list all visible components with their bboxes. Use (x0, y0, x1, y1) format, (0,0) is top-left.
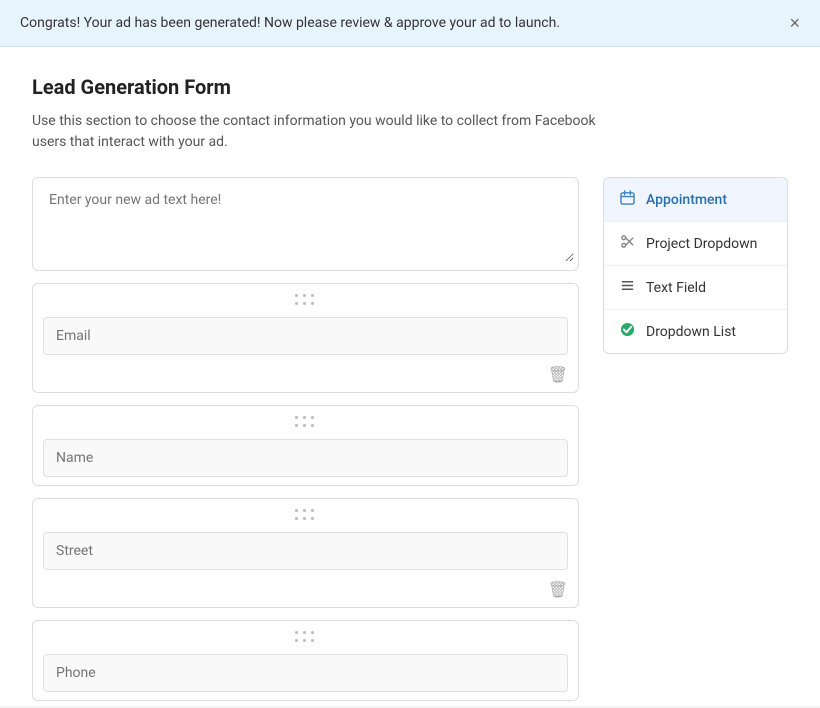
drag-handle-phone[interactable] (33, 621, 578, 650)
field-card-name (32, 405, 579, 486)
calendar-icon (618, 190, 636, 209)
drag-handle-name[interactable] (33, 406, 578, 435)
field-card-email: 🗑 (32, 283, 579, 393)
name-input[interactable] (43, 439, 568, 477)
sidebar-item-project-dropdown[interactable]: Project Dropdown (604, 222, 787, 266)
drag-handle-street[interactable] (33, 499, 578, 528)
page-description: Use this section to choose the contact i… (32, 111, 612, 153)
ad-text-input[interactable] (37, 182, 574, 262)
dropdown-list-label: Dropdown List (646, 324, 736, 340)
page-title: Lead Generation Form (32, 75, 788, 99)
field-card-phone (32, 620, 579, 701)
field-card-street: 🗑 (32, 498, 579, 608)
form-layout: 🗑 (32, 177, 788, 706)
scissors-icon (618, 234, 636, 253)
street-input[interactable] (43, 532, 568, 570)
toast-message: Congrats! Your ad has been generated! No… (20, 15, 560, 31)
email-input[interactable] (43, 317, 568, 355)
delete-icon-email[interactable]: 🗑 (548, 365, 568, 384)
lines-icon (618, 278, 636, 297)
sidebar-card: Appointment Project Dropdown (603, 177, 788, 354)
appointment-label: Appointment (646, 192, 727, 208)
sidebar-item-dropdown-list[interactable]: Dropdown List (604, 310, 787, 353)
main-content: Lead Generation Form Use this section to… (0, 47, 820, 706)
delete-icon-street[interactable]: 🗑 (548, 580, 568, 599)
text-field-label: Text Field (646, 280, 706, 296)
sidebar-item-appointment[interactable]: Appointment (604, 178, 787, 222)
project-dropdown-label: Project Dropdown (646, 236, 757, 252)
toast-notification: Congrats! Your ad has been generated! No… (0, 0, 820, 47)
sidebar-item-text-field[interactable]: Text Field (604, 266, 787, 310)
phone-input[interactable] (43, 654, 568, 692)
ad-text-card (32, 177, 579, 271)
drag-handle-email[interactable] (33, 284, 578, 313)
form-column: 🗑 (32, 177, 579, 706)
toast-close-button[interactable]: × (789, 14, 800, 32)
checkmark-icon (618, 322, 636, 341)
field-footer-street: 🗑 (33, 578, 578, 607)
sidebar-column: Appointment Project Dropdown (603, 177, 788, 354)
field-footer-email: 🗑 (33, 363, 578, 392)
